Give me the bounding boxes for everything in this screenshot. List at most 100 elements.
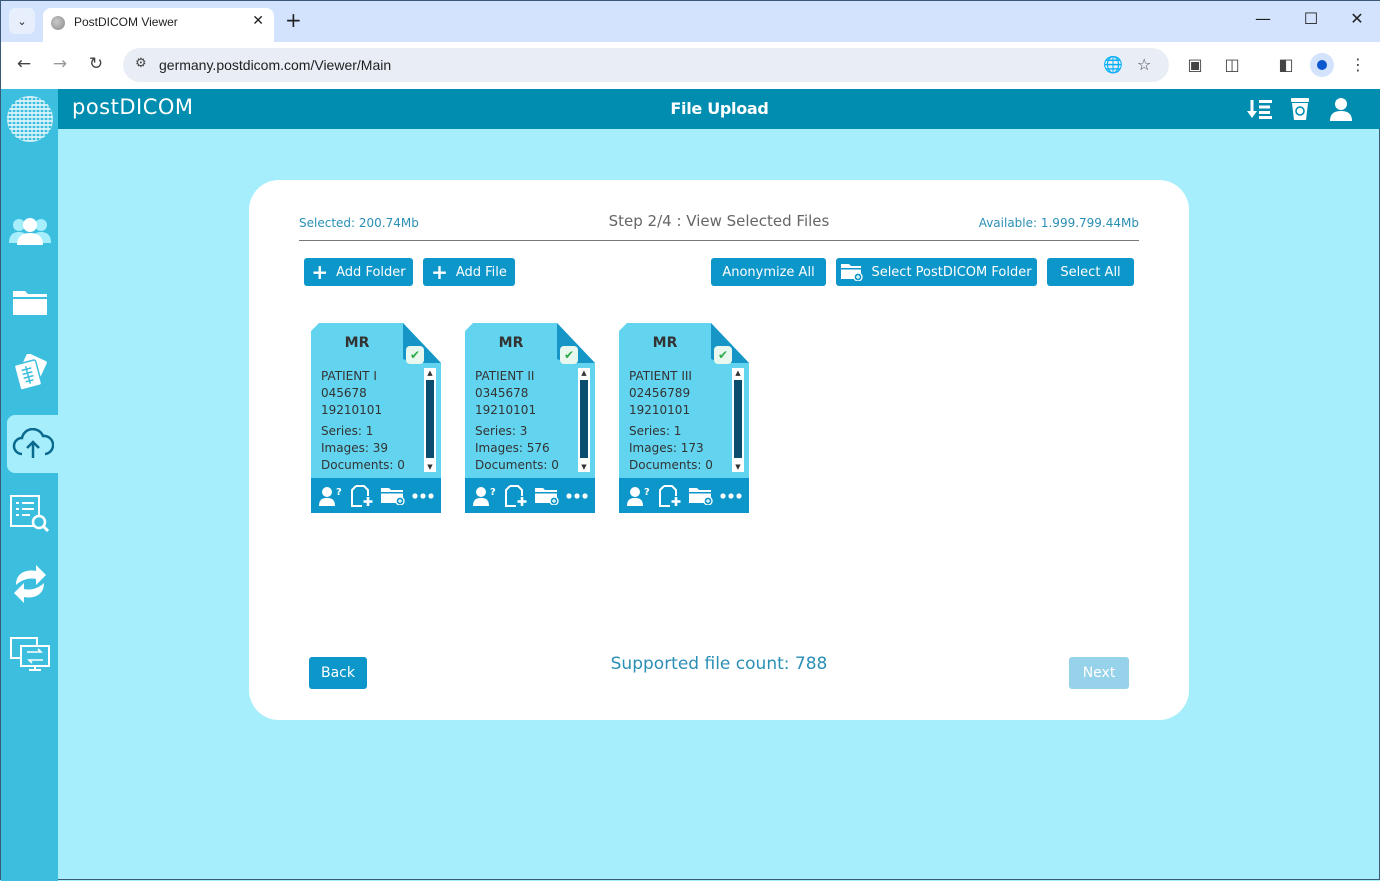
file-card[interactable]: ✔ MR PATIENT III 02456789 19210101 Serie… — [619, 323, 749, 513]
file-card-details: PATIENT III 02456789 19210101 Series: 1 … — [629, 368, 713, 474]
minimize-icon[interactable]: — — [1251, 9, 1275, 28]
add-file-icon[interactable] — [504, 484, 528, 507]
documents-count: Documents: 0 — [475, 458, 559, 472]
refresh-arrows-icon — [13, 565, 46, 603]
extensions-icon[interactable]: ◫ — [1221, 55, 1243, 74]
supported-file-count: Supported file count: 788 — [610, 654, 828, 674]
add-file-icon[interactable] — [350, 484, 374, 507]
divider — [299, 240, 1139, 241]
maximize-icon[interactable]: ☐ — [1299, 9, 1323, 28]
add-folder-icon[interactable] — [534, 487, 559, 505]
select-postdicom-folder-button[interactable]: Select PostDICOM Folder — [836, 258, 1037, 286]
add-folder-icon[interactable] — [380, 487, 405, 505]
patient-id: 045678 — [321, 386, 367, 400]
add-folder-icon[interactable] — [688, 487, 713, 505]
side-panel-icon[interactable]: ◧ — [1275, 55, 1297, 74]
next-button[interactable]: Next — [1069, 657, 1129, 689]
available-size: Available: 1.999.799.44Mb — [978, 216, 1139, 230]
folder-icon — [12, 291, 47, 315]
sidebar-item-folders[interactable] — [1, 273, 58, 331]
file-card-details: PATIENT I 045678 19210101 Series: 1 Imag… — [321, 368, 405, 474]
sidebar-item-sync[interactable] — [1, 555, 58, 613]
svg-text:?: ? — [644, 487, 650, 498]
add-file-icon[interactable] — [658, 484, 682, 507]
study-date: 19210101 — [475, 403, 537, 417]
more-icon[interactable] — [411, 492, 434, 499]
reload-icon[interactable]: ↻ — [85, 54, 107, 74]
url-text[interactable]: germany.postdicom.com/Viewer/Main — [159, 57, 391, 73]
plus-icon: + — [311, 260, 329, 284]
add-folder-label: Add Folder — [336, 264, 406, 280]
logo-globe — [1, 89, 58, 149]
select-all-button[interactable]: Select All — [1047, 258, 1134, 286]
file-card-actions: ? — [619, 478, 749, 513]
scrollbar[interactable]: ▲ ▼ — [732, 368, 744, 472]
sidebar-item-transfer[interactable] — [1, 625, 58, 683]
sidebar-item-patients[interactable] — [1, 202, 58, 260]
browser-toolbar: ← → ↻ ⚙ germany.postdicom.com/Viewer/Mai… — [1, 42, 1380, 89]
scrollbar[interactable]: ▲ ▼ — [424, 368, 436, 472]
site-settings-icon[interactable]: ⚙ — [135, 56, 147, 71]
series-count: Series: 1 — [321, 424, 374, 438]
file-card-actions: ? — [465, 478, 595, 513]
user-icon[interactable] — [1328, 97, 1354, 121]
forward-icon[interactable]: → — [49, 54, 71, 74]
more-icon[interactable] — [565, 492, 588, 499]
translate-icon[interactable]: 🌐 — [1103, 55, 1123, 74]
anonymize-all-button[interactable]: Anonymize All — [711, 258, 826, 286]
folder-add-icon — [841, 264, 864, 281]
list-search-icon — [9, 495, 49, 533]
patient-name: PATIENT II — [475, 369, 535, 383]
back-icon[interactable]: ← — [13, 54, 35, 74]
favicon-icon — [51, 16, 65, 30]
sort-list-icon[interactable] — [1247, 97, 1273, 121]
modality: MR — [652, 335, 678, 351]
assign-patient-icon[interactable]: ? — [626, 486, 651, 506]
sidebar-item-query[interactable] — [1, 485, 58, 543]
assign-patient-icon[interactable]: ? — [318, 486, 343, 506]
tab-search-icon[interactable]: ⌄ — [9, 8, 35, 34]
add-file-label: Add File — [455, 264, 507, 280]
close-icon[interactable]: ✕ — [252, 13, 264, 29]
series-count: Series: 1 — [629, 424, 682, 438]
select-all-label: Select All — [1060, 264, 1121, 280]
sidebar-item-upload[interactable] — [7, 415, 58, 473]
monitor-transfer-icon — [9, 637, 50, 671]
file-card-actions: ? — [311, 478, 441, 513]
assign-patient-icon[interactable]: ? — [472, 486, 497, 506]
xray-cards-icon — [13, 354, 47, 391]
page-title: File Upload — [670, 99, 769, 118]
browser-tab[interactable]: PostDICOM Viewer ✕ — [43, 8, 274, 42]
images-count: Images: 39 — [321, 441, 388, 455]
checkbox-checked-icon[interactable]: ✔ — [714, 346, 732, 364]
add-folder-button[interactable]: + Add Folder — [304, 258, 413, 286]
profile-icon[interactable] — [1310, 53, 1334, 77]
sidebar-item-images[interactable] — [1, 344, 58, 402]
menu-icon[interactable]: ⋮ — [1347, 55, 1369, 74]
images-count: Images: 576 — [475, 441, 550, 455]
bookmark-star-icon[interactable]: ☆ — [1137, 55, 1151, 74]
screen-capture-icon[interactable]: ▣ — [1184, 55, 1206, 74]
scrollbar[interactable]: ▲ ▼ — [578, 368, 590, 472]
patient-id: 0345678 — [475, 386, 529, 400]
patient-id: 02456789 — [629, 386, 691, 400]
svg-text:?: ? — [490, 487, 496, 498]
select-postdicom-folder-label: Select PostDICOM Folder — [871, 264, 1032, 280]
sidebar — [1, 149, 58, 881]
checkbox-checked-icon[interactable]: ✔ — [560, 346, 578, 364]
svg-text:?: ? — [336, 487, 342, 498]
checkbox-checked-icon[interactable]: ✔ — [406, 346, 424, 364]
file-card[interactable]: ✔ MR PATIENT I 045678 19210101 Series: 1… — [311, 323, 441, 513]
patient-name: PATIENT I — [321, 369, 377, 383]
file-card[interactable]: ✔ MR PATIENT II 0345678 19210101 Series:… — [465, 323, 595, 513]
window-close-icon[interactable]: ✕ — [1345, 9, 1369, 28]
add-file-button[interactable]: + Add File — [423, 258, 515, 286]
address-bar[interactable]: ⚙ germany.postdicom.com/Viewer/Main 🌐 ☆ — [123, 48, 1169, 82]
anonymize-all-label: Anonymize All — [722, 264, 815, 280]
new-tab-icon[interactable]: + — [285, 10, 302, 30]
more-icon[interactable] — [719, 492, 742, 499]
users-icon — [8, 218, 51, 245]
recycle-bin-icon[interactable] — [1287, 97, 1313, 121]
documents-count: Documents: 0 — [321, 458, 405, 472]
study-date: 19210101 — [321, 403, 383, 417]
